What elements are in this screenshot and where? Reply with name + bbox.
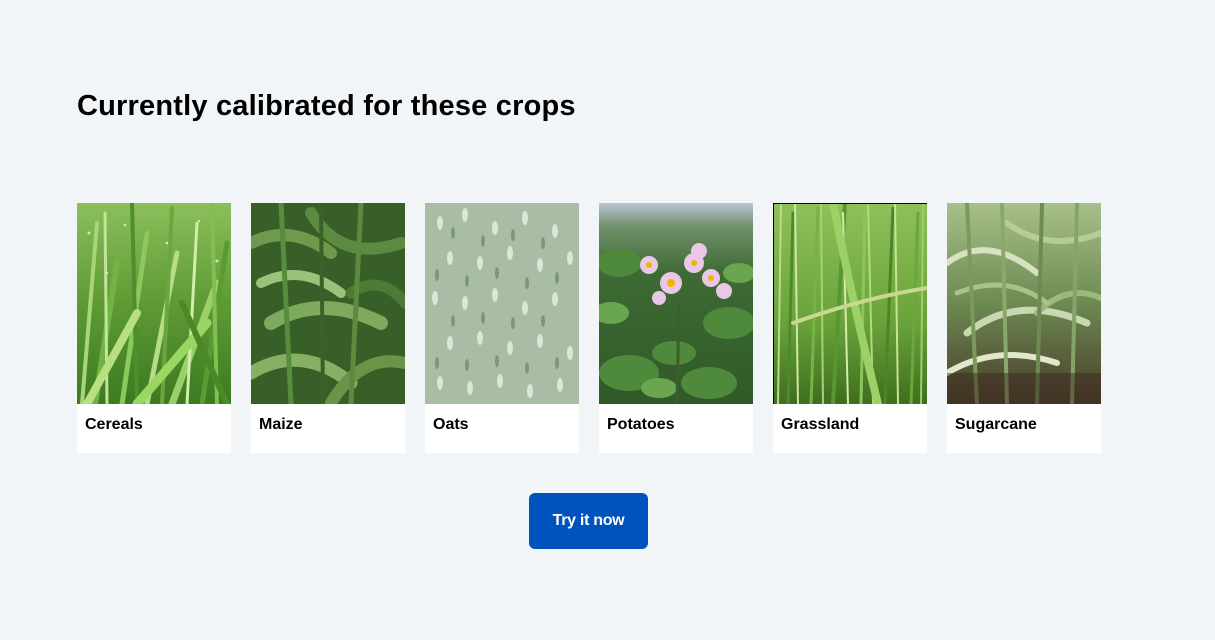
oats-image	[425, 203, 579, 404]
crop-card-list: Cereals Maize Oats Potatoes Grassland Su…	[77, 203, 1101, 453]
crop-card-label: Oats	[433, 416, 469, 433]
crop-card-maize[interactable]: Maize	[251, 203, 405, 453]
crop-card-label: Cereals	[85, 416, 143, 433]
crop-card-sugarcane[interactable]: Sugarcane	[947, 203, 1101, 453]
crop-card-label: Sugarcane	[955, 416, 1037, 433]
crop-card-oats[interactable]: Oats	[425, 203, 579, 453]
sugarcane-image	[947, 203, 1101, 404]
crop-card-cereals[interactable]: Cereals	[77, 203, 231, 453]
cereals-image	[77, 203, 231, 404]
crop-card-label: Maize	[259, 416, 303, 433]
crop-card-label: Grassland	[781, 416, 860, 433]
potatoes-image	[599, 203, 753, 404]
crop-card-label: Potatoes	[607, 416, 675, 433]
section-title: Currently calibrated for these crops	[77, 90, 576, 122]
maize-image	[251, 203, 405, 404]
grassland-image	[773, 203, 927, 404]
try-it-now-button[interactable]: Try it now	[529, 493, 648, 549]
crop-card-grassland[interactable]: Grassland	[773, 203, 927, 453]
crop-card-potatoes[interactable]: Potatoes	[599, 203, 753, 453]
